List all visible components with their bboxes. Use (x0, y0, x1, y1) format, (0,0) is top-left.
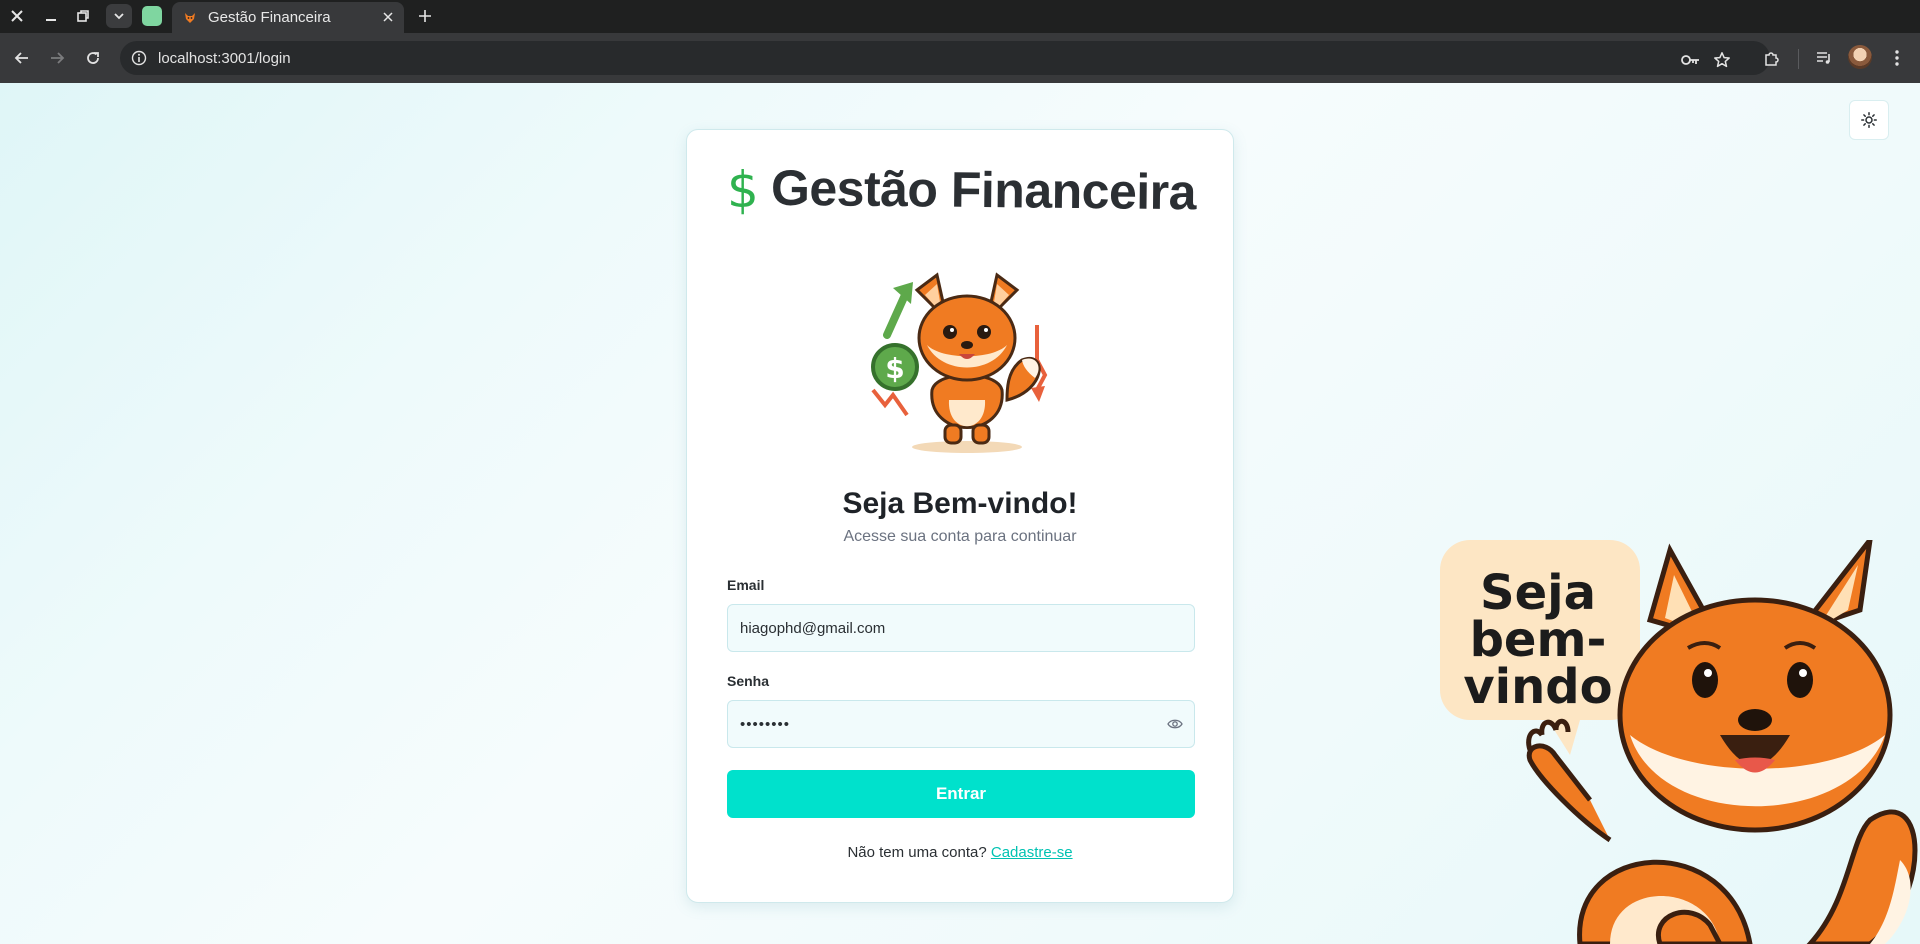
fox-favicon-icon (182, 10, 198, 26)
arrow-left-icon (14, 52, 28, 64)
password-field[interactable]: •••••••• (727, 700, 1195, 748)
close-icon (11, 10, 23, 22)
minimize-window-button[interactable] (38, 5, 64, 27)
back-button[interactable] (10, 46, 34, 70)
arrow-right-icon (51, 52, 65, 64)
tab-active[interactable]: Gestão Financeira (172, 2, 404, 33)
theme-toggle-button[interactable] (1849, 100, 1889, 140)
site-info-icon[interactable] (130, 49, 148, 67)
address-bar[interactable]: localhost:3001/login (120, 41, 1770, 75)
show-password-eye-icon[interactable] (1166, 715, 1184, 733)
playlist-icon (1817, 52, 1830, 64)
login-card: $ Gestão Financeira $ Seja Bem-vindo! Ac… (686, 129, 1234, 903)
media-controls-button[interactable] (1812, 46, 1836, 70)
speech-bubble-line-3: vindo (1463, 659, 1613, 715)
puzzle-icon (1765, 52, 1779, 66)
sun-icon (1861, 112, 1877, 128)
brand-name: Gestão Financeira (770, 159, 1197, 221)
dollar-icon: $ (727, 161, 759, 219)
plus-icon (419, 10, 431, 22)
browser-tab-bar: Gestão Financeira (0, 0, 1920, 33)
profile-avatar[interactable] (1848, 45, 1872, 69)
fox-mascot-illustration: $ (871, 272, 1048, 453)
tab-search-button[interactable] (106, 4, 132, 28)
email-value: hiagophd@gmail.com (740, 619, 886, 637)
minimize-icon (46, 19, 56, 21)
more-vertical-icon (1895, 50, 1899, 66)
signup-text: Não tem uma conta? (847, 844, 987, 861)
close-window-button[interactable] (4, 5, 30, 27)
reload-icon (87, 52, 99, 64)
toolbar-divider (1798, 49, 1799, 69)
restore-icon (77, 10, 89, 22)
browser-toolbar: localhost:3001/login (0, 33, 1920, 83)
tab-group-indicator[interactable] (142, 6, 162, 26)
bookmark-star-icon[interactable] (1711, 49, 1733, 71)
svg-text:$: $ (885, 352, 904, 385)
address-url: localhost:3001/login (158, 49, 291, 67)
email-label: Email (727, 577, 765, 593)
extensions-button[interactable] (1760, 46, 1784, 70)
forward-button[interactable] (45, 46, 69, 70)
brand-logo: $ Gestão Financeira (727, 160, 1197, 220)
speech-bubble-text: Seja bem- vindo (1448, 565, 1628, 715)
login-page: $ Gestão Financeira $ Seja Bem-vindo! Ac… (0, 83, 1920, 944)
speech-bubble-line-2: bem- (1469, 612, 1607, 668)
reload-button[interactable] (81, 46, 105, 70)
signup-prompt: Não tem uma conta? Cadastre-se (687, 844, 1233, 861)
browser-menu-button[interactable] (1885, 46, 1909, 70)
welcome-subtitle: Acesse sua conta para continuar (843, 528, 1077, 545)
password-value: •••••••• (740, 715, 791, 733)
restore-window-button[interactable] (70, 5, 96, 27)
signup-link[interactable]: Cadastre-se (991, 844, 1073, 861)
tab-title: Gestão Financeira (208, 9, 331, 26)
new-tab-button[interactable] (414, 5, 436, 27)
email-field[interactable]: hiagophd@gmail.com (727, 604, 1195, 652)
tab-close-icon[interactable] (380, 9, 396, 25)
password-label: Senha (727, 673, 770, 689)
speech-bubble-line-1: Seja (1480, 565, 1596, 621)
welcome-title: Seja Bem-vindo! (842, 487, 1078, 520)
login-submit-button[interactable]: Entrar (727, 770, 1195, 818)
chevron-down-icon (114, 13, 124, 20)
password-key-icon[interactable] (1680, 49, 1702, 71)
